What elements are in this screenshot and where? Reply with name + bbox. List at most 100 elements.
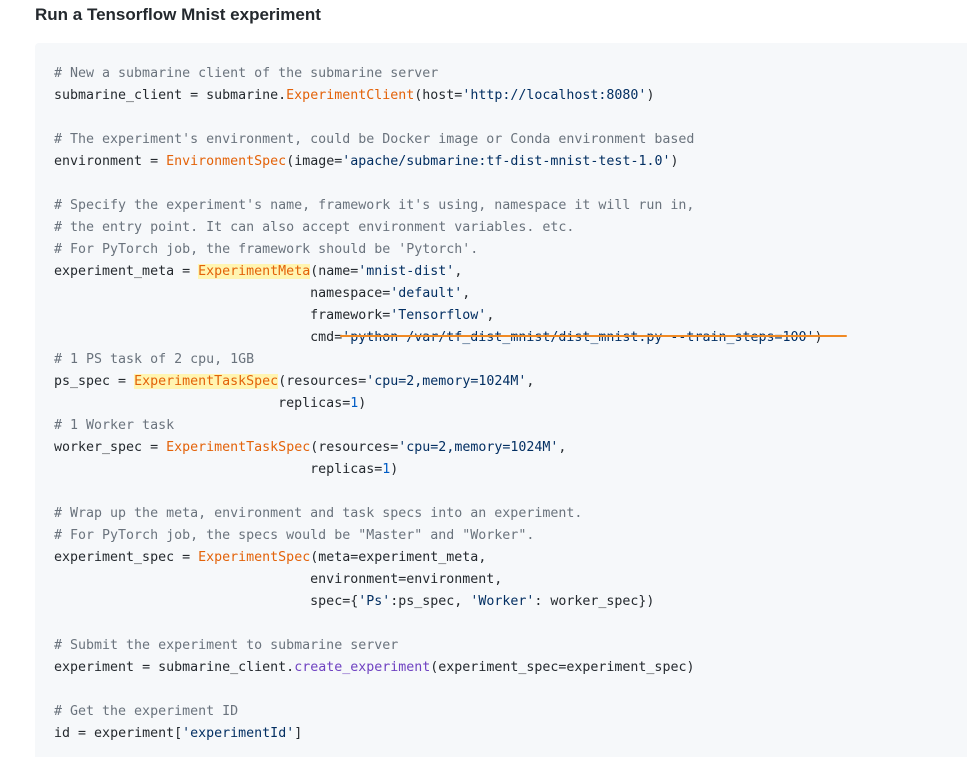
code-token: experiment[: [86, 726, 183, 741]
code-token: ExperimentSpec: [198, 550, 311, 565]
code-line: # For PyTorch job, the framework should …: [54, 239, 823, 261]
code-line: # 1 Worker task: [54, 415, 823, 437]
code-line: experiment_meta = ExperimentMeta(name='m…: [54, 261, 823, 283]
code-token: 'mnist-dist': [358, 264, 455, 279]
code-line: replicas=1): [54, 393, 823, 415]
code-block[interactable]: # New a submarine client of the submarin…: [35, 43, 967, 757]
annotation-underline: [340, 335, 847, 337]
code-token: ): [670, 154, 679, 169]
code-token: # For PyTorch job, the framework should …: [54, 242, 479, 257]
code-token: # The experiment's environment, could be…: [54, 132, 695, 147]
code-line: ​: [54, 173, 823, 195]
code-token: 'http://localhost:8080': [462, 88, 647, 103]
section-heading: Run a Tensorflow Mnist experiment: [35, 5, 321, 24]
code-line: ps_spec = ExperimentTaskSpec(resources='…: [54, 371, 823, 393]
code-token: # New a submarine client of the submarin…: [54, 66, 439, 81]
code-token: =: [150, 440, 159, 455]
code-line: # Submit the experiment to submarine ser…: [54, 635, 823, 657]
code-token: 'experimentId': [182, 726, 295, 741]
code-token: EnvironmentSpec: [166, 154, 287, 169]
code-token: experiment_spec: [54, 550, 183, 565]
code-line: # The experiment's environment, could be…: [54, 129, 823, 151]
code-token: experiment: [54, 660, 143, 675]
code-line: ​: [54, 679, 823, 701]
code-token: cmd=: [54, 330, 343, 345]
code-token: ExperimentMeta: [198, 264, 311, 279]
code-token: (resources=: [310, 440, 399, 455]
code-line: environment=environment,: [54, 569, 823, 591]
code-token: ): [646, 88, 655, 103]
code-line: namespace='default',: [54, 283, 823, 305]
code-token: 'default': [390, 286, 463, 301]
code-line: # Get the experiment ID: [54, 701, 823, 723]
code-token: replicas=: [54, 462, 383, 477]
code-token: ,: [462, 286, 471, 301]
code-token: create_experiment: [294, 660, 431, 675]
code-line: # Specify the experiment's name, framewo…: [54, 195, 823, 217]
code-line: ​: [54, 481, 823, 503]
code-token: environment=environment,: [54, 572, 503, 587]
code-token: ExperimentClient: [286, 88, 415, 103]
code-token: (name=: [310, 264, 359, 279]
code-line: environment = EnvironmentSpec(image='apa…: [54, 151, 823, 173]
code-token: =: [78, 726, 87, 741]
code-token: submarine_client.: [150, 660, 295, 675]
code-token: ,: [454, 264, 463, 279]
code-token: :ps_spec,: [390, 594, 471, 609]
code-token: 'Ps': [358, 594, 391, 609]
code-token: spec={: [54, 594, 359, 609]
code-token: 'cpu=2,memory=1024M': [366, 374, 527, 389]
code-content[interactable]: # New a submarine client of the submarin…: [54, 63, 823, 745]
code-token: # For PyTorch job, the specs would be "M…: [54, 528, 535, 543]
code-line: framework='Tensorflow',: [54, 305, 823, 327]
code-token: =: [150, 154, 159, 169]
code-token: (host=: [414, 88, 463, 103]
code-token: 'cpu=2,memory=1024M': [398, 440, 559, 455]
code-line: replicas=1): [54, 459, 823, 481]
code-token: : worker_spec}): [534, 594, 655, 609]
code-token: (meta=experiment_meta,: [310, 550, 487, 565]
code-line: id = experiment['experimentId']: [54, 723, 823, 745]
code-token: 'apache/submarine:tf-dist-mnist-test-1.0…: [342, 154, 671, 169]
code-line: cmd='python /var/tf_dist_mnist/dist_mnis…: [54, 327, 823, 349]
code-token: 'Tensorflow': [390, 308, 487, 323]
code-token: id: [54, 726, 79, 741]
code-token: replicas=: [54, 396, 351, 411]
code-token: # 1 Worker task: [54, 418, 175, 433]
code-token: =: [182, 550, 191, 565]
code-token: (image=: [286, 154, 343, 169]
code-line: spec={'Ps':ps_spec, 'Worker': worker_spe…: [54, 591, 823, 613]
code-token: experiment_meta: [54, 264, 183, 279]
code-token: submarine.: [198, 88, 287, 103]
code-token: 'Worker': [470, 594, 535, 609]
code-line: # the entry point. It can also accept en…: [54, 217, 823, 239]
code-token: ): [814, 330, 823, 345]
code-token: ): [358, 396, 367, 411]
code-token: # the entry point. It can also accept en…: [54, 220, 575, 235]
code-token: ): [390, 462, 399, 477]
code-line: experiment_spec = ExperimentSpec(meta=ex…: [54, 547, 823, 569]
code-token: # 1 PS task of 2 cpu, 1GB: [54, 352, 255, 367]
code-token: ExperimentTaskSpec: [134, 374, 279, 389]
code-token: (experiment_spec=experiment_spec): [430, 660, 695, 675]
code-token: # Get the experiment ID: [54, 704, 239, 719]
code-token: (resources=: [278, 374, 367, 389]
code-token: ]: [294, 726, 303, 741]
code-token: ,: [558, 440, 567, 455]
code-line: # Wrap up the meta, environment and task…: [54, 503, 823, 525]
code-token: =: [190, 88, 199, 103]
code-token: environment: [54, 154, 151, 169]
code-token: # Specify the experiment's name, framewo…: [54, 198, 695, 213]
code-token: # Wrap up the meta, environment and task…: [54, 506, 583, 521]
code-token: =: [118, 374, 127, 389]
code-line: submarine_client = submarine.ExperimentC…: [54, 85, 823, 107]
code-line: worker_spec = ExperimentTaskSpec(resourc…: [54, 437, 823, 459]
code-line: # New a submarine client of the submarin…: [54, 63, 823, 85]
code-token: =: [142, 660, 151, 675]
code-line: experiment = submarine_client.create_exp…: [54, 657, 823, 679]
